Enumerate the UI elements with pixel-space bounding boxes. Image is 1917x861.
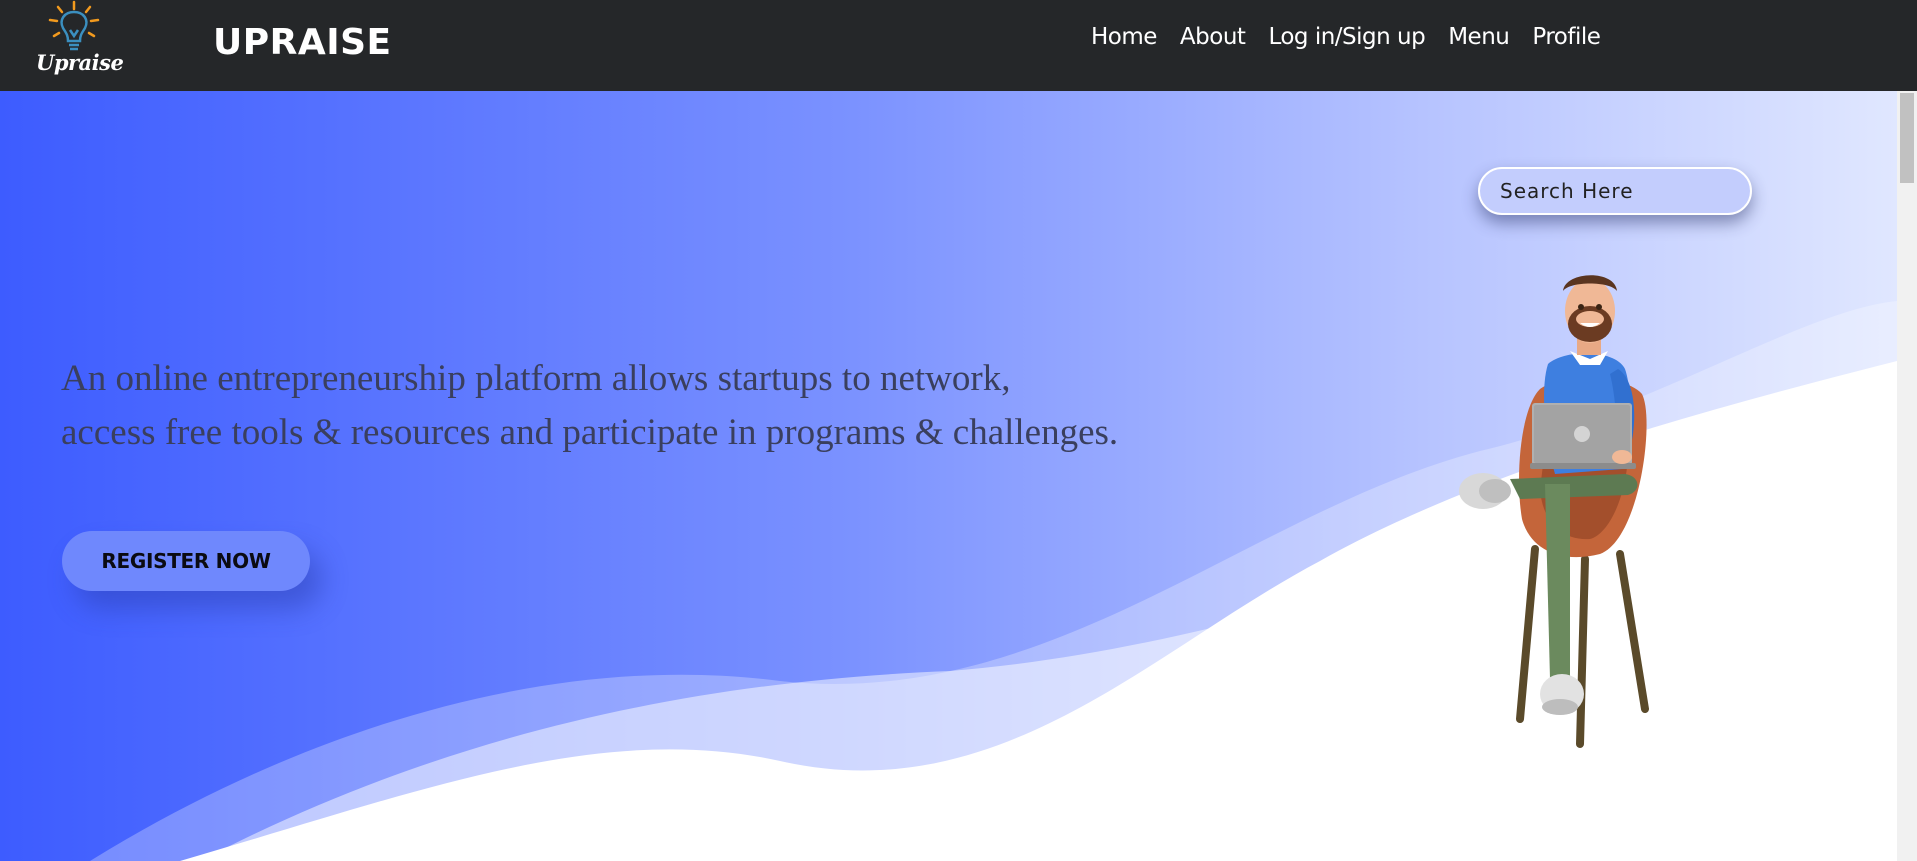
nav-link-menu[interactable]: Menu — [1448, 24, 1510, 50]
nav-link-home[interactable]: Home — [1091, 24, 1157, 50]
scrollbar-thumb[interactable] — [1900, 93, 1914, 183]
hero-tagline: An online entrepreneurship platform allo… — [61, 352, 1261, 460]
search-input[interactable] — [1478, 167, 1752, 215]
page-scrollbar[interactable] — [1897, 91, 1917, 861]
nav-menu: Home About Log in/Sign up Menu Profile — [1091, 24, 1623, 50]
nav-link-login-signup[interactable]: Log in/Sign up — [1268, 24, 1425, 50]
logo[interactable]: Upraise — [30, 0, 124, 88]
nav-link-about[interactable]: About — [1180, 24, 1246, 50]
man-with-laptop-illustration — [1459, 275, 1649, 748]
tagline-line-2: access free tools & resources and partic… — [61, 412, 1119, 453]
top-navbar: Upraise UPRAISE Home About Log in/Sign u… — [0, 0, 1917, 91]
brand-title[interactable]: UPRAISE — [213, 22, 392, 63]
register-now-button[interactable]: REGISTER NOW — [62, 531, 310, 591]
hero-section: An online entrepreneurship platform allo… — [0, 91, 1897, 861]
nav-link-profile[interactable]: Profile — [1532, 24, 1601, 50]
tagline-line-1: An online entrepreneurship platform allo… — [61, 358, 1011, 399]
lightbulb-icon — [48, 0, 100, 51]
logo-text: Upraise — [36, 50, 124, 75]
